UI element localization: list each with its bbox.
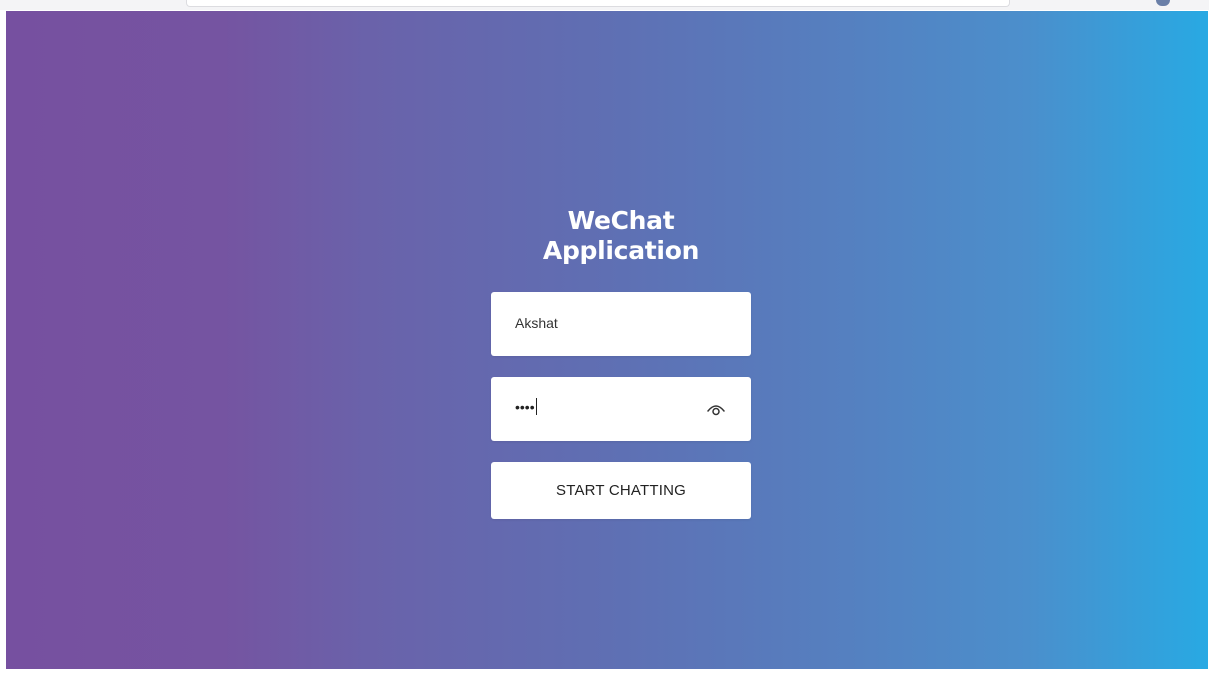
username-value: Akshat	[515, 315, 558, 331]
browser-top-strip	[0, 0, 1209, 10]
password-field[interactable]: ••••	[491, 377, 751, 441]
eye-icon[interactable]	[705, 398, 727, 420]
app-title: WeChat Application	[542, 206, 700, 265]
text-caret	[535, 398, 537, 415]
username-field[interactable]: Akshat	[491, 292, 751, 356]
address-bar[interactable]	[186, 0, 1010, 7]
extension-icon[interactable]	[1156, 0, 1170, 6]
login-panel: WeChat Application Akshat •••• START CHA…	[491, 206, 751, 519]
gradient-background: WeChat Application Akshat •••• START CHA…	[6, 11, 1208, 669]
password-value: ••••	[515, 398, 537, 416]
password-mask: ••••	[515, 399, 535, 415]
start-chatting-button[interactable]: START CHATTING	[491, 462, 751, 519]
